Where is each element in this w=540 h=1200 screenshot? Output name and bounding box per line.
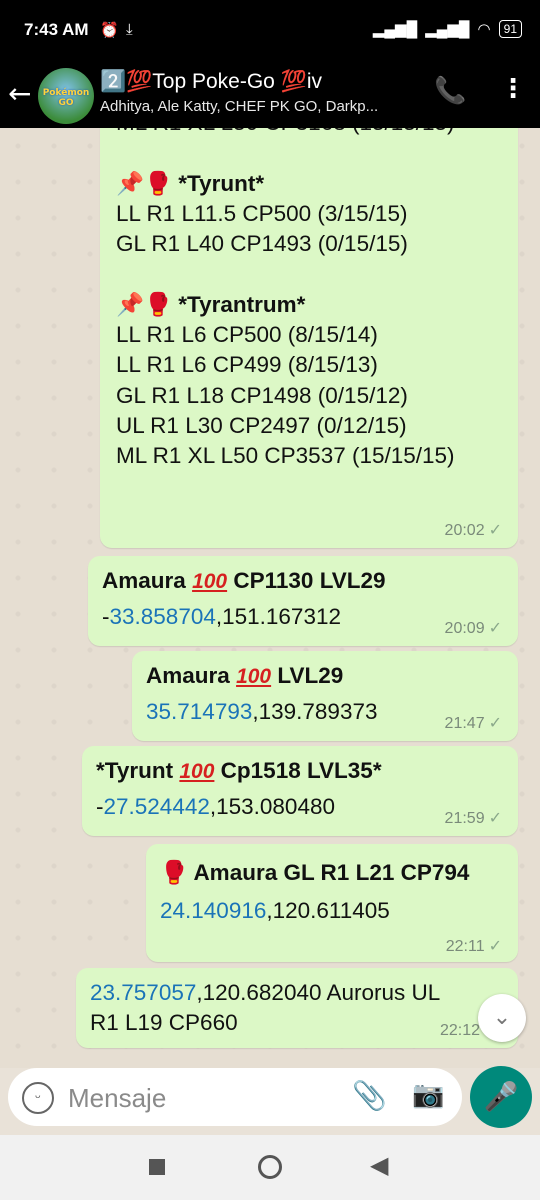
- hundred-points-icon: 100: [236, 665, 272, 688]
- status-bar: 7:43 AM ⏰ ⤓ ▂▄▆█ ▂▄▆█ ◠ 91: [0, 0, 540, 64]
- delivered-tick-icon: ✓: [488, 522, 502, 539]
- attachment-icon[interactable]: 📎: [352, 1079, 387, 1112]
- coordinate-link[interactable]: 35.714793: [146, 699, 252, 724]
- message-bubble[interactable]: ML R1 XL L50 CP3168 (15/15/15) 📌🥊 *Tyrun…: [100, 128, 518, 548]
- delivered-tick-icon: ✓: [488, 620, 502, 637]
- download-icon: ⤓: [126, 21, 133, 38]
- signal-icon: ▂▄▆█: [372, 21, 418, 38]
- message-input[interactable]: [66, 1080, 330, 1116]
- delivered-tick-icon: ✓: [488, 715, 502, 732]
- message-bubble[interactable]: Amaura 100 CP1130 LVL29 -33.858704,151.1…: [88, 556, 518, 646]
- message-time: 20:09 ✓: [444, 620, 502, 637]
- coordinate-link[interactable]: 24.140916: [160, 898, 266, 923]
- message-time: 21:47 ✓: [444, 715, 502, 732]
- system-nav-bar: ◀: [0, 1135, 540, 1200]
- message-heading: 🥊 Amaura GL R1 L21 CP794: [160, 860, 470, 885]
- message-line: LL R1 L11.5 CP500 (3/15/15): [116, 200, 408, 226]
- chat-header: ← Pokémon GO 2️⃣💯Top Poke-Go 💯iv Adhitya…: [0, 64, 540, 128]
- status-time: 7:43 AM: [24, 20, 89, 39]
- message-bubble[interactable]: 🥊 Amaura GL R1 L21 CP794 24.140916,120.6…: [146, 844, 518, 962]
- add-call-icon[interactable]: 📞: [434, 76, 466, 106]
- boxing-glove-icon: 🥊: [144, 291, 173, 317]
- chat-area[interactable]: ML R1 XL L50 CP3168 (15/15/15) 📌🥊 *Tyrun…: [0, 128, 540, 1068]
- coordinates: -27.524442,153.080480: [96, 794, 335, 819]
- group-members[interactable]: Adhitya, Ale Katty, CHEF PK GO, Darkp...: [100, 98, 378, 115]
- group-avatar[interactable]: Pokémon GO: [38, 68, 94, 124]
- message-bubble[interactable]: *Tyrunt 100 Cp1518 LVL35* -27.524442,153…: [82, 746, 518, 836]
- message-line: 23.757057,120.682040 Aurorus UL: [90, 980, 441, 1005]
- message-line: UL R1 L30 CP2497 (0/12/15): [116, 412, 407, 438]
- message-line: [116, 259, 455, 289]
- message-line: GL R1 L40 CP1493 (0/15/15): [116, 231, 408, 257]
- nav-back-icon[interactable]: ◀: [370, 1151, 388, 1179]
- status-icons: ▂▄▆█ ▂▄▆█ ◠ 91: [373, 20, 522, 38]
- emoji-icon[interactable]: ᵕ: [22, 1082, 54, 1114]
- message-heading: 📌🥊 *Tyrunt*: [116, 170, 265, 196]
- coordinate-link[interactable]: 23.757057: [90, 980, 196, 1005]
- message-time: 22:11 ✓: [445, 938, 502, 955]
- battery-icon: 91: [498, 20, 522, 38]
- scroll-down-icon[interactable]: ⌄: [478, 994, 526, 1042]
- message-heading: 📌🥊 *Tyrantrum*: [116, 291, 306, 317]
- boxing-glove-icon: 🥊: [160, 860, 189, 885]
- message-line: R1 L19 CP660: [90, 1010, 238, 1035]
- message-line: ML R1 XL L50 CP3168 (15/15/15): [116, 128, 455, 138]
- message-composer: ᵕ 📎 📷: [8, 1068, 462, 1126]
- home-icon[interactable]: [258, 1155, 282, 1179]
- message-heading: Amaura 100 CP1130 LVL29: [102, 568, 386, 593]
- group-title[interactable]: 2️⃣💯Top Poke-Go 💯iv: [100, 70, 322, 94]
- delivered-tick-icon: ✓: [488, 810, 502, 827]
- message-line: LL R1 L6 CP499 (8/15/13): [116, 352, 378, 378]
- boxing-glove-icon: 🥊: [144, 170, 173, 196]
- coordinates: 35.714793,139.789373: [146, 699, 378, 724]
- microphone-icon[interactable]: 🎤: [470, 1066, 532, 1128]
- hundred-points-icon: 100: [179, 760, 215, 783]
- camera-icon[interactable]: 📷: [412, 1080, 444, 1110]
- delivered-tick-icon: ✓: [488, 938, 502, 955]
- message-heading: *Tyrunt 100 Cp1518 LVL35*: [96, 758, 382, 783]
- alarm-icon: ⏰: [100, 22, 119, 39]
- more-options-icon[interactable]: ⋮: [500, 74, 526, 104]
- message-line: ML R1 XL L50 CP3537 (15/15/15): [116, 443, 455, 469]
- message-time: 21:59 ✓: [444, 810, 502, 827]
- coordinate-link[interactable]: 33.858704: [110, 604, 216, 629]
- message-time: 22:12: [439, 1022, 480, 1039]
- message-line: GL R1 L18 CP1498 (0/15/12): [116, 382, 408, 408]
- message-bubble[interactable]: 23.757057,120.682040 Aurorus UL R1 L19 C…: [76, 968, 518, 1048]
- message-line: LL R1 L6 CP500 (8/15/14): [116, 322, 378, 348]
- hundred-points-icon: 100: [192, 570, 228, 593]
- wifi-icon: ◠: [477, 21, 491, 38]
- message-line: [116, 138, 455, 168]
- message-heading: Amaura 100 LVL29: [146, 663, 344, 688]
- pushpin-icon: 📌: [116, 170, 145, 196]
- signal-icon-2: ▂▄▆█: [425, 21, 470, 38]
- coordinates: 24.140916,120.611405: [160, 898, 390, 923]
- coordinate-link[interactable]: 27.524442: [104, 794, 210, 819]
- recents-icon[interactable]: [149, 1159, 165, 1175]
- pushpin-icon: 📌: [116, 291, 145, 317]
- message-time: 20:02 ✓: [444, 522, 502, 539]
- coordinates: -33.858704,151.167312: [102, 604, 341, 629]
- message-bubble[interactable]: Amaura 100 LVL29 35.714793,139.789373 21…: [132, 651, 518, 741]
- back-arrow-icon[interactable]: ←: [8, 78, 31, 110]
